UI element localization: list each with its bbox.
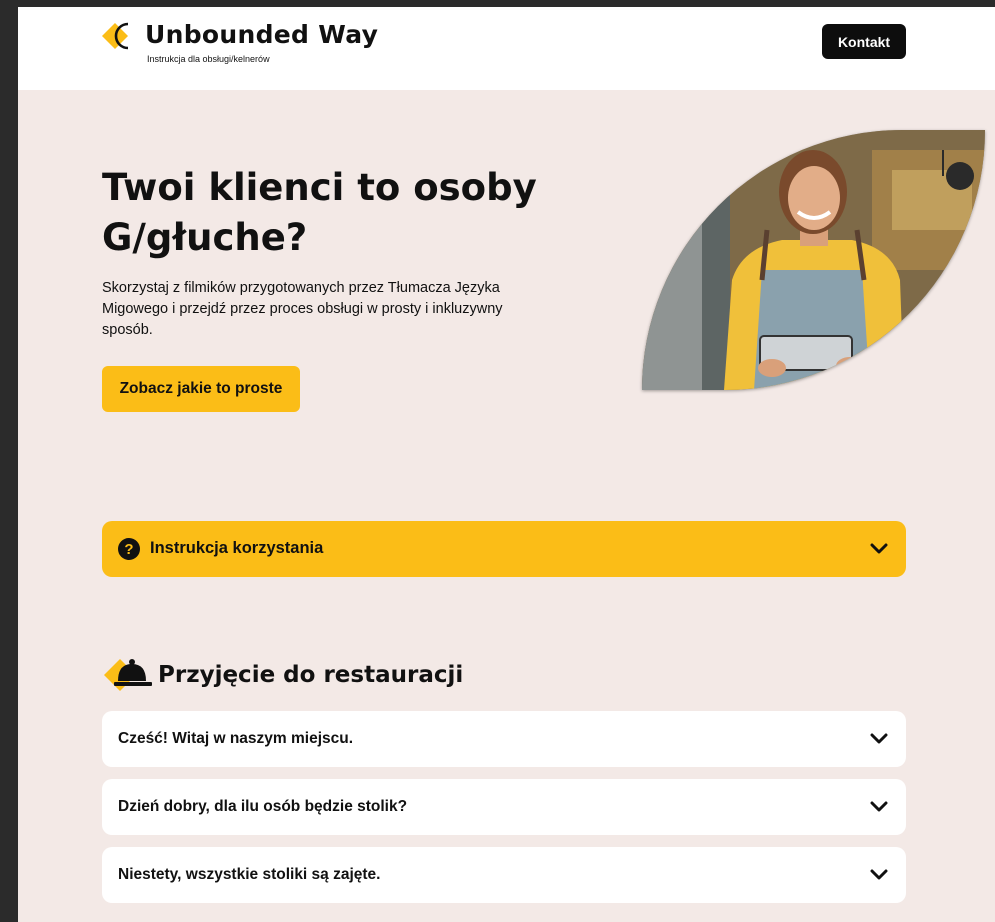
section-header: Przyjęcie do restauracji bbox=[102, 653, 602, 697]
brand-logo[interactable]: Unbounded Way Instrukcja dla obsługi/kel… bbox=[102, 17, 378, 67]
hero-title: Twoi klienci to osoby G/głuche? bbox=[102, 166, 537, 259]
see-how-easy-button[interactable]: Zobacz jakie to proste bbox=[102, 366, 300, 412]
phrase-label: Dzień dobry, dla ilu osób będzie stolik? bbox=[118, 798, 408, 815]
instructions-accordion[interactable]: ? Instrukcja korzystania bbox=[102, 521, 906, 577]
hero-description: Skorzystaj z filmików przygotowanych prz… bbox=[102, 280, 503, 338]
brand-subtitle: Instrukcja dla obsługi/kelnerów bbox=[147, 54, 270, 64]
chevron-down-icon[interactable] bbox=[870, 800, 888, 814]
contact-button[interactable]: Kontakt bbox=[822, 24, 906, 59]
logo-mark-icon bbox=[102, 22, 129, 50]
page: Unbounded Way Instrukcja dla obsługi/kel… bbox=[18, 7, 995, 922]
question-circle-icon: ? bbox=[118, 538, 140, 560]
waitress-photo bbox=[642, 130, 985, 390]
chevron-down-icon[interactable] bbox=[870, 732, 888, 746]
phrase-label: Niestety, wszystkie stoliki są zajęte. bbox=[118, 866, 381, 883]
brand-name: Unbounded Way bbox=[145, 20, 379, 49]
section-title: Przyjęcie do restauracji bbox=[158, 662, 464, 688]
phrase-accordion-item[interactable]: Niestety, wszystkie stoliki są zajęte. bbox=[102, 847, 906, 903]
chevron-down-icon[interactable] bbox=[870, 542, 888, 556]
phrase-accordion-item[interactable]: Cześć! Witaj w naszym miejscu. bbox=[102, 711, 906, 767]
phrase-accordion-item[interactable]: Dzień dobry, dla ilu osób będzie stolik? bbox=[102, 779, 906, 835]
instructions-label: Instrukcja korzystania bbox=[150, 539, 324, 557]
chevron-down-icon[interactable] bbox=[870, 868, 888, 882]
phrase-label: Cześć! Witaj w naszym miejscu. bbox=[118, 730, 354, 747]
service-bell-icon bbox=[104, 659, 152, 691]
site-header: Unbounded Way Instrukcja dla obsługi/kel… bbox=[18, 7, 995, 90]
